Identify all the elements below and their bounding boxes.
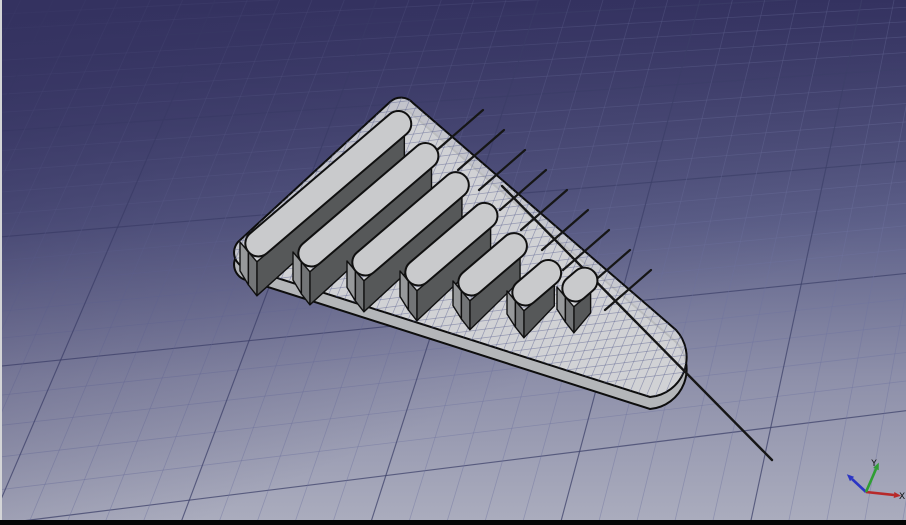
cad-scene-canvas[interactable]: Y X <box>0 0 906 525</box>
window-edge-bottom <box>0 520 906 525</box>
window-edge-left <box>0 0 2 525</box>
axis-x-label: X <box>899 492 905 502</box>
axis-y-label: Y <box>870 459 877 469</box>
3d-viewport[interactable]: Y X <box>0 0 906 525</box>
